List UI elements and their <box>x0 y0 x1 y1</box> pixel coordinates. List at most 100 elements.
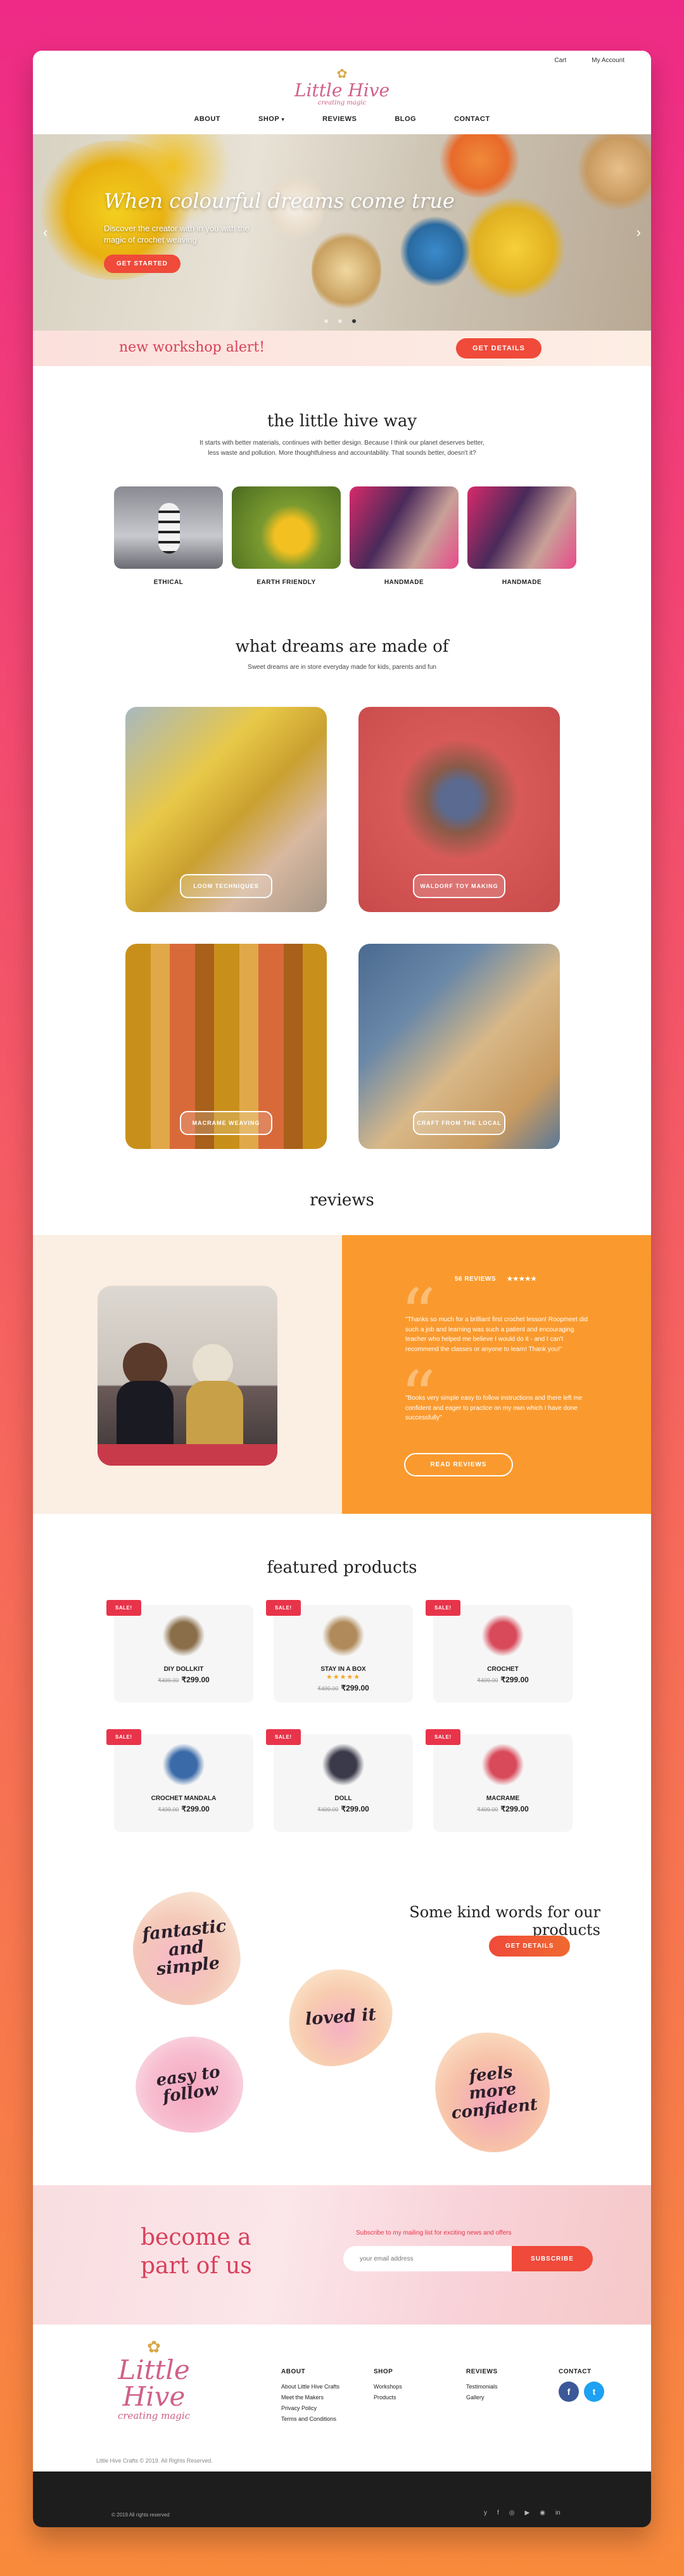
dreams-title: what dreams are made of <box>235 637 449 656</box>
slider-dots <box>324 319 356 323</box>
kind-word-bubble: fantastic and simple <box>127 1887 245 2011</box>
site-logo[interactable]: ✿ Little Hive creating magic <box>33 66 651 106</box>
footer-link[interactable]: About Little Hive Crafts <box>281 2382 339 2392</box>
waldorf-toy-making-button[interactable]: WALDORF TOY MAKING <box>413 874 505 898</box>
product-card[interactable]: SALE! DIY DOLLKIT ₹499.00 ₹299.00 <box>106 1600 253 1703</box>
weaving-image <box>350 486 459 569</box>
subscribe-button[interactable]: SUBSCRIBE <box>512 2246 593 2271</box>
footer-logo[interactable]: ✿ Little Hive creating magic <box>87 2337 220 2421</box>
kind-words-details-button[interactable]: GET DETAILS <box>489 1936 571 1957</box>
nav-contact[interactable]: CONTACT <box>454 115 490 123</box>
nav-shop[interactable]: SHOP ▾ <box>258 115 284 123</box>
craft-from-local-button[interactable]: CRAFT FROM THE LOCAL <box>413 1111 505 1135</box>
old-price: ₹499.00 <box>317 1685 339 1692</box>
footer-link[interactable]: Privacy Policy <box>281 2403 339 2414</box>
twitter-icon[interactable]: y <box>484 2509 487 2516</box>
footer-link[interactable]: Workshops <box>374 2382 402 2392</box>
read-reviews-button[interactable]: READ REVIEWS <box>404 1453 513 1476</box>
footer-heading: SHOP <box>374 2368 393 2375</box>
nav-about[interactable]: ABOUT <box>194 115 220 123</box>
loom-techniques-button[interactable]: LOOM TECHNIQUES <box>180 874 272 898</box>
get-started-button[interactable]: GET STARTED <box>104 255 180 273</box>
dream-card[interactable]: LOOM TECHNIQUES <box>125 707 327 912</box>
footer-link[interactable]: Testimonials <box>466 2382 498 2392</box>
footer-link[interactable]: Gallery <box>466 2392 498 2403</box>
hero-egg-image <box>312 229 381 312</box>
nav-shop-label: SHOP <box>258 115 280 123</box>
facebook-icon[interactable]: f <box>559 2382 579 2402</box>
value-card[interactable]: HANDMADE <box>467 486 576 586</box>
footer-bottom-bar: © 2019 All rights reserved y f ◎ ▶ ◉ in <box>33 2471 651 2527</box>
subscribe-label: Subscribe to my mailing list for excitin… <box>356 2230 512 2237</box>
workshop-details-button[interactable]: GET DETAILS <box>456 338 542 358</box>
footer-logo-tagline: creating magic <box>117 2410 191 2421</box>
email-field[interactable] <box>343 2246 512 2271</box>
makers-photo <box>98 1286 277 1466</box>
linkedin-icon[interactable]: in <box>555 2509 560 2516</box>
footer-about: ABOUT About Little Hive Crafts Meet the … <box>281 2366 339 2425</box>
nav-reviews[interactable]: REVIEWS <box>322 115 357 123</box>
youtube-icon[interactable]: ▶ <box>525 2509 530 2516</box>
bottom-social-icons: y f ◎ ▶ ◉ in <box>484 2509 560 2516</box>
hero-egg-image-4 <box>400 217 470 286</box>
product-card[interactable]: SALE! CROCHET ₹499.00 ₹299.00 <box>426 1600 573 1703</box>
main-nav: ABOUT SHOP ▾ REVIEWS BLOG CONTACT <box>33 115 651 123</box>
macrame-weaving-button[interactable]: MACRAME WEAVING <box>180 1111 272 1135</box>
sale-badge: SALE! <box>266 1600 301 1616</box>
sale-badge: SALE! <box>106 1729 141 1745</box>
product-name: MACRAME <box>486 1795 520 1802</box>
sale-badge: SALE! <box>426 1729 460 1745</box>
chevron-right-icon[interactable]: › <box>636 224 641 241</box>
kind-word-bubble: loved it <box>285 1965 396 2069</box>
slider-dot[interactable] <box>352 319 356 323</box>
value-label: EARTH FRIENDLY <box>256 579 316 586</box>
slider-dot[interactable] <box>338 319 342 323</box>
sale-badge: SALE! <box>266 1729 301 1745</box>
footer-logo-title: Little Hive <box>118 2354 190 2412</box>
kind-word: feels more confident <box>450 2062 539 2123</box>
my-account-link[interactable]: My Account <box>592 57 624 64</box>
product-price: ₹499.00 ₹299.00 <box>274 1805 413 1813</box>
old-price: ₹499.00 <box>477 1806 498 1813</box>
twitter-icon[interactable]: t <box>584 2382 604 2402</box>
value-card[interactable]: HANDMADE <box>350 486 459 586</box>
way-title: the little hive way <box>267 412 417 431</box>
product-card[interactable]: SALE! DOLL ₹499.00 ₹299.00 <box>266 1729 413 1832</box>
stones-image <box>114 486 223 569</box>
review-count-text: 56 REVIEWS <box>455 1276 497 1283</box>
value-card[interactable]: EARTH FRIENDLY <box>232 486 341 586</box>
footer-social: f t <box>559 2382 604 2402</box>
dream-card[interactable]: MACRAME WEAVING <box>125 944 327 1149</box>
chevron-left-icon[interactable]: ‹ <box>43 224 48 241</box>
footer-link[interactable]: Products <box>374 2392 402 2403</box>
dream-card[interactable]: CRAFT FROM THE LOCAL <box>358 944 560 1149</box>
kind-word: easy to follow <box>155 2062 222 2107</box>
footer-link[interactable]: Meet the Makers <box>281 2392 339 2403</box>
old-price: ₹499.00 <box>158 1806 179 1813</box>
pinterest-icon[interactable]: ◉ <box>540 2509 545 2516</box>
product-name: CROCHET <box>487 1666 519 1673</box>
product-card[interactable]: SALE! CROCHET MANDALA ₹499.00 ₹299.00 <box>106 1729 253 1832</box>
kind-words-title: Some kind words for our products <box>409 1903 600 1939</box>
slider-dot[interactable] <box>324 319 328 323</box>
values-grid: ETHICAL EARTH FRIENDLY HANDMADE HANDMADE <box>114 486 576 586</box>
bottom-copyright: © 2019 All rights reserved <box>111 2512 170 2518</box>
facebook-icon[interactable]: f <box>497 2509 499 2516</box>
rating-stars: ★★★★★ <box>507 1276 537 1283</box>
product-image <box>318 1613 369 1658</box>
page-frame: Cart My Account ✿ Little Hive creating m… <box>33 51 651 2527</box>
value-card[interactable]: ETHICAL <box>114 486 223 586</box>
dream-card[interactable]: WALDORF TOY MAKING <box>358 707 560 912</box>
footer-heading: REVIEWS <box>466 2368 498 2375</box>
footer-link[interactable]: Terms and Conditions <box>281 2414 339 2425</box>
instagram-icon[interactable]: ◎ <box>509 2509 515 2516</box>
product-card[interactable]: SALE! MACRAME ₹499.00 ₹299.00 <box>426 1729 573 1832</box>
chevron-down-icon: ▾ <box>281 117 285 122</box>
product-card[interactable]: SALE! STAY IN A BOX ★★★★★ ₹499.00 ₹299.00 <box>266 1600 413 1703</box>
product-image <box>478 1613 528 1658</box>
nav-blog[interactable]: BLOG <box>395 115 416 123</box>
cart-link[interactable]: Cart <box>554 57 566 64</box>
kind-word: loved it <box>304 2004 377 2029</box>
old-price: ₹499.00 <box>317 1806 339 1813</box>
sale-badge: SALE! <box>426 1600 460 1616</box>
